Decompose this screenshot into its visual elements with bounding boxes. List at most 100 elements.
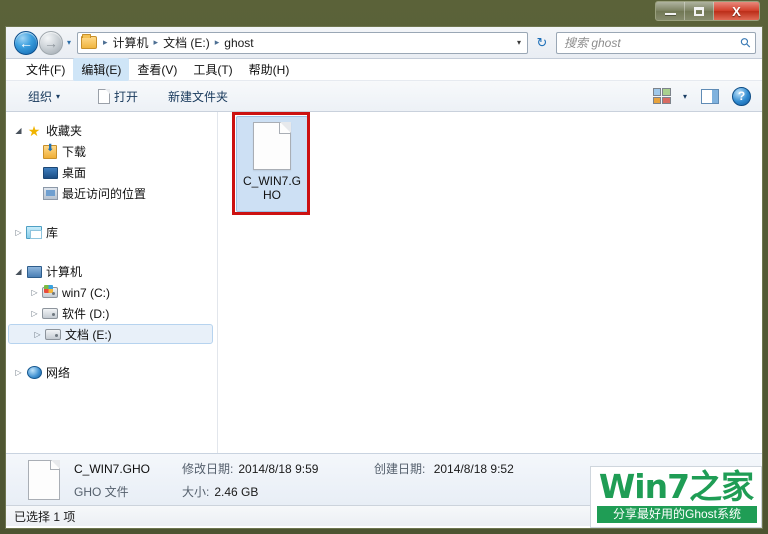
breadcrumb: ▸ 计算机 ▸ 文档 (E:) ▸ ghost: [78, 34, 511, 51]
sidebar-item-downloads[interactable]: 下载: [6, 141, 217, 162]
details-created-value: 2014/8/18 9:52: [433, 461, 514, 476]
minimize-button[interactable]: [656, 2, 685, 20]
downloads-icon: [41, 144, 59, 159]
sidebar-item-label: 收藏夹: [46, 124, 83, 138]
chevron-down-icon: ▾: [682, 91, 687, 101]
sidebar-item-label: 最近访问的位置: [62, 187, 147, 201]
details-file-type: GHO 文件: [74, 484, 129, 499]
twisty-icon[interactable]: ▷: [28, 288, 41, 297]
sidebar-item-desktop[interactable]: 桌面: [6, 162, 217, 183]
details-modified-label: 修改日期:: [182, 461, 234, 476]
refresh-button[interactable]: ↻: [531, 32, 553, 54]
view-mode-icon: [652, 88, 671, 104]
organize-label: 组织: [28, 89, 53, 104]
navigation-pane[interactable]: ◢ ★ 收藏夹 下载 桌面 最近访问的位置: [6, 112, 218, 453]
twisty-icon[interactable]: ◢: [12, 126, 25, 135]
watermark-tagline: 分享最好用的Ghost系统: [597, 506, 757, 523]
new-folder-button[interactable]: 新建文件夹: [160, 85, 236, 108]
library-icon: [25, 226, 43, 239]
watermark-title: Win7之家: [598, 467, 754, 506]
menu-help[interactable]: 帮助(H): [241, 58, 298, 81]
close-button[interactable]: X: [714, 2, 759, 20]
details-size-value: 2.46 GB: [214, 484, 259, 499]
status-text: 已选择 1 项: [14, 509, 76, 524]
menu-file[interactable]: 文件(F): [18, 58, 73, 81]
window-client-area: ← → ▾ ▸ 计算机 ▸ 文档 (E:) ▸ ghost ▾ ↻ 搜索 gho…: [5, 26, 763, 529]
toolbar-right-group: ▾ ?: [649, 84, 756, 109]
chevron-down-icon: ▾: [56, 91, 61, 101]
sidebar-item-label: 库: [46, 226, 59, 240]
preview-pane-button[interactable]: [695, 86, 725, 107]
title-bar: X: [5, 0, 763, 26]
address-bar-row: ← → ▾ ▸ 计算机 ▸ 文档 (E:) ▸ ghost ▾ ↻ 搜索 gho…: [6, 27, 762, 59]
file-item-c-win7-gho[interactable]: C_WIN7.GHO: [236, 116, 308, 212]
address-dropdown-button[interactable]: ▾: [511, 38, 527, 47]
breadcrumb-separator: ▸: [103, 37, 108, 47]
maximize-icon: [694, 6, 704, 16]
windows-drive-icon: [41, 285, 59, 298]
breadcrumb-item-documents[interactable]: 文档 (E:): [161, 34, 212, 51]
organize-button[interactable]: 组织 ▾: [20, 85, 68, 108]
change-view-button[interactable]: [649, 85, 675, 107]
desktop-icon: [41, 166, 59, 179]
breadcrumb-item-ghost[interactable]: ghost: [222, 36, 255, 50]
breadcrumb-separator: ▸: [214, 37, 220, 47]
twisty-icon[interactable]: ▷: [12, 368, 25, 377]
twisty-icon[interactable]: ▷: [28, 309, 41, 318]
sidebar-item-drive-c[interactable]: ▷ win7 (C:): [6, 282, 217, 303]
view-dropdown-button[interactable]: ▾: [677, 89, 693, 104]
forward-button[interactable]: →: [39, 30, 63, 55]
file-list-pane[interactable]: C_WIN7.GHO: [218, 112, 762, 453]
star-icon: ★: [27, 122, 41, 139]
minimize-icon: [664, 13, 676, 15]
back-button[interactable]: ←: [14, 30, 38, 55]
close-icon: X: [732, 3, 741, 19]
watermark-logo: Win7之家 分享最好用的Ghost系统: [590, 466, 762, 528]
address-bar[interactable]: ▸ 计算机 ▸ 文档 (E:) ▸ ghost ▾: [77, 31, 528, 54]
twisty-icon[interactable]: ▷: [12, 228, 25, 237]
drive-icon: [44, 328, 62, 340]
sidebar-item-label: 计算机: [46, 265, 83, 279]
chevron-down-icon: ▾: [66, 38, 71, 47]
sidebar-item-recent-places[interactable]: 最近访问的位置: [6, 183, 217, 204]
open-label: 打开: [114, 89, 139, 104]
network-icon: [25, 366, 43, 379]
twisty-icon[interactable]: ◢: [12, 267, 25, 276]
main-area: ◢ ★ 收藏夹 下载 桌面 最近访问的位置: [6, 112, 762, 453]
refresh-icon: ↻: [536, 34, 548, 50]
file-item-label: C_WIN7.GHO: [242, 174, 301, 202]
twisty-icon[interactable]: ▷: [31, 330, 44, 339]
sidebar-item-network[interactable]: ▷ 网络: [6, 362, 217, 383]
gho-file-icon: [253, 122, 291, 170]
sidebar-item-drive-d[interactable]: ▷ 软件 (D:): [6, 303, 217, 324]
search-box[interactable]: 搜索 ghost ⚲: [556, 31, 756, 54]
sidebar-item-libraries[interactable]: ▷ 库: [6, 222, 217, 243]
explorer-window: X ← → ▾ ▸ 计算机 ▸ 文档 (E:) ▸ ghost ▾ ↻ 搜索 g…: [0, 0, 768, 534]
sidebar-item-favorites[interactable]: ◢ ★ 收藏夹: [6, 120, 217, 141]
menu-edit[interactable]: 编辑(E): [73, 58, 130, 81]
menu-tools[interactable]: 工具(T): [185, 58, 240, 81]
details-created-label: 创建日期:: [374, 461, 426, 476]
sidebar-item-label: 文档 (E:): [65, 327, 112, 342]
drive-icon: [41, 308, 59, 319]
menu-view[interactable]: 查看(V): [129, 58, 185, 81]
breadcrumb-separator: ▸: [153, 37, 159, 47]
history-dropdown-button[interactable]: ▾: [63, 38, 75, 47]
search-input[interactable]: 搜索 ghost: [564, 34, 741, 51]
folder-icon: [81, 34, 97, 49]
chevron-down-icon: ▾: [516, 38, 521, 47]
recent-places-icon: [41, 187, 59, 200]
open-button[interactable]: 打开: [90, 85, 146, 108]
sidebar-item-drive-e[interactable]: ▷ 文档 (E:): [8, 324, 213, 344]
back-arrow-icon: ←: [19, 34, 33, 51]
maximize-button[interactable]: [685, 2, 714, 20]
breadcrumb-item-computer[interactable]: 计算机: [111, 34, 151, 51]
sidebar-item-computer[interactable]: ◢ 计算机: [6, 261, 217, 282]
command-toolbar: 组织 ▾ 打开 新建文件夹 ▾ ?: [6, 81, 762, 112]
sidebar-item-label: 网络: [46, 366, 71, 380]
window-controls: X: [655, 1, 760, 21]
menu-bar: 文件(F) 编辑(E) 查看(V) 工具(T) 帮助(H): [6, 58, 762, 81]
help-button[interactable]: ?: [727, 84, 756, 109]
